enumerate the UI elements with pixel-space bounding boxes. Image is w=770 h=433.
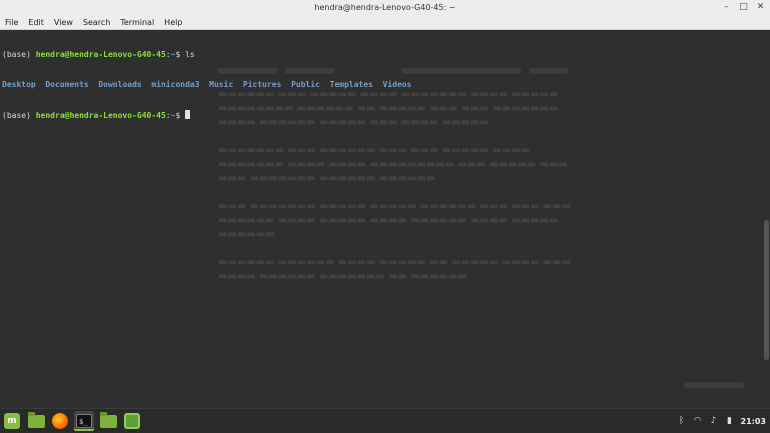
prompt-env: (base)	[2, 50, 31, 59]
menu-bar: File Edit View Search Terminal Help	[0, 15, 770, 30]
menu-button[interactable]: m	[2, 411, 22, 431]
menu-file[interactable]: File	[0, 18, 23, 27]
folder-window-button[interactable]	[98, 411, 118, 431]
terminal-area[interactable]: ▬▬▬▬▬▬ ▬▬▬ ▬▬▬▬▬ ▬▬▬▬ ▬▬▬▬▬▬▬ ▬▬▬▬ ▬▬▬▬▬…	[0, 30, 770, 408]
menu-terminal[interactable]: Terminal	[115, 18, 159, 27]
menu-icon: m	[4, 413, 20, 429]
dir-entry: miniconda3	[151, 80, 200, 89]
terminal-line-1: (base) hendra@hendra-Lenovo-G40-45:~$ ls	[2, 50, 412, 60]
prompt-end: $	[175, 50, 181, 59]
firefox-icon	[52, 413, 68, 429]
bluetooth-icon[interactable]: ᛒ	[677, 416, 687, 426]
taskbar: m $_ ᛒ ◠ ♪ ▮ 21:03	[0, 408, 770, 433]
files-launcher[interactable]	[26, 411, 46, 431]
prompt-user: hendra@hendra-Lenovo-G40-45	[35, 111, 166, 120]
software-manager-icon	[124, 413, 140, 429]
menu-search[interactable]: Search	[78, 18, 115, 27]
menu-edit[interactable]: Edit	[23, 18, 49, 27]
close-icon[interactable]: ✕	[755, 2, 766, 13]
files-icon	[27, 411, 45, 428]
dir-entry: Desktop	[2, 80, 36, 89]
scrollbar-thumb[interactable]	[764, 220, 769, 360]
terminal-line-3: (base) hendra@hendra-Lenovo-G40-45:~$	[2, 110, 412, 120]
battery-icon[interactable]: ▮	[725, 416, 735, 426]
folder-icon	[99, 411, 117, 428]
dir-entry: Pictures	[242, 80, 282, 89]
terminal-line-2: Desktop Documents Downloads miniconda3 M…	[2, 80, 412, 90]
wifi-icon[interactable]: ◠	[693, 416, 703, 426]
prompt-end: $	[175, 111, 181, 120]
background-ghost-footer	[684, 382, 744, 388]
prompt-user: hendra@hendra-Lenovo-G40-45	[35, 50, 166, 59]
title-bar: hendra@hendra-Lenovo-G40-45: ~ – □ ✕	[0, 0, 770, 16]
dir-entry: Music	[209, 80, 234, 89]
volume-icon[interactable]: ♪	[709, 416, 719, 426]
dir-entry: Documents	[45, 80, 89, 89]
prompt-env: (base)	[2, 111, 31, 120]
software-manager-button[interactable]	[122, 411, 142, 431]
menu-help[interactable]: Help	[159, 18, 187, 27]
window-controls: – □ ✕	[721, 2, 766, 13]
window-title: hendra@hendra-Lenovo-G40-45: ~	[314, 3, 456, 12]
clock[interactable]: 21:03	[741, 417, 766, 426]
terminal-output: (base) hendra@hendra-Lenovo-G40-45:~$ ls…	[2, 30, 412, 140]
terminal-cursor	[185, 110, 191, 119]
dir-entry: Downloads	[98, 80, 142, 89]
taskbar-launchers: m $_	[0, 411, 142, 431]
dir-entry: Videos	[382, 80, 412, 89]
maximize-icon[interactable]: □	[738, 2, 749, 13]
command-text: ls	[185, 50, 195, 59]
system-tray: ᛒ ◠ ♪ ▮ 21:03	[677, 416, 770, 426]
terminal-icon: $_	[76, 414, 92, 428]
dir-entry: Public	[291, 80, 320, 89]
terminal-scrollbar[interactable]	[764, 30, 769, 408]
terminal-window-button[interactable]: $_	[74, 411, 94, 431]
menu-view[interactable]: View	[49, 18, 78, 27]
dir-entry: Templates	[329, 80, 373, 89]
firefox-launcher[interactable]	[50, 411, 70, 431]
minimize-icon[interactable]: –	[721, 2, 732, 13]
